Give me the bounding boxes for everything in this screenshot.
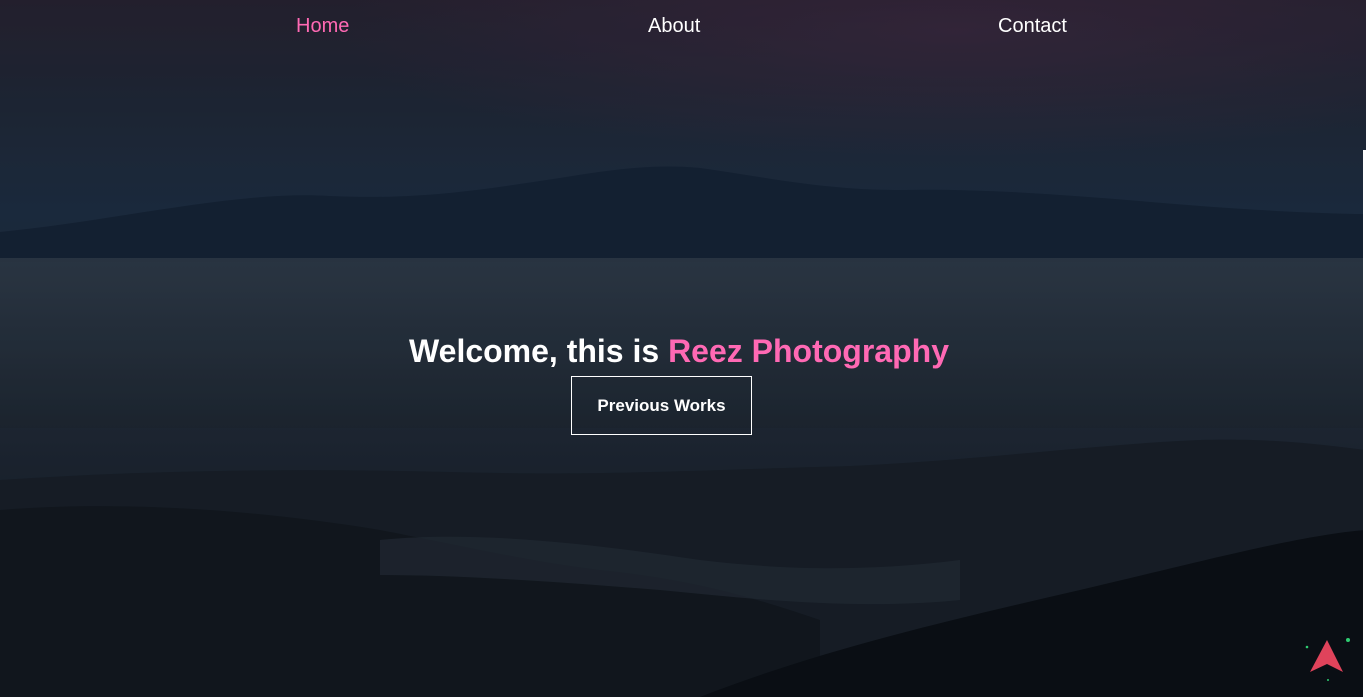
nav-link-home[interactable]: Home bbox=[296, 15, 349, 38]
nav-link-about[interactable]: About bbox=[648, 15, 700, 38]
nav-link-contact[interactable]: Contact bbox=[998, 15, 1067, 38]
hero-headline: Welcome, this is Reez Photography bbox=[0, 333, 1358, 370]
hero-section: Home About Contact Welcome, this is Reez… bbox=[0, 0, 1366, 697]
top-navigation: Home About Contact bbox=[0, 0, 1366, 56]
headline-prefix: Welcome, this is bbox=[409, 333, 660, 369]
brand-name: Reez Photography bbox=[668, 333, 949, 369]
previous-works-button[interactable]: Previous Works bbox=[571, 376, 752, 435]
navigation-arrow-icon[interactable] bbox=[1304, 634, 1354, 684]
